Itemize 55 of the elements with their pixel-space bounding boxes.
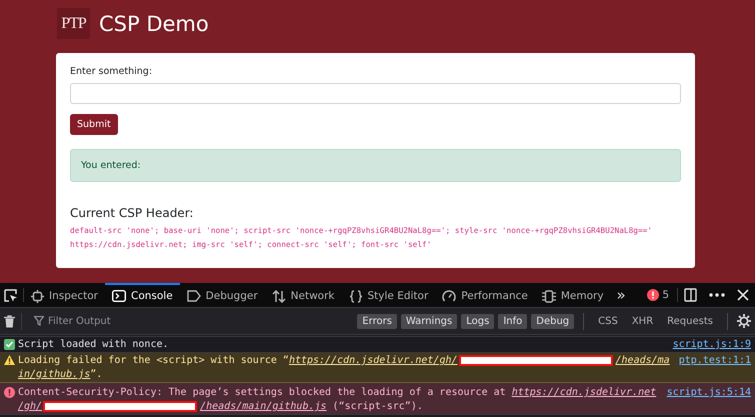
url-link[interactable]: https://cdn.jsdelivr.net	[512, 386, 656, 400]
input-field[interactable]	[70, 83, 681, 104]
gauge-icon	[442, 290, 456, 302]
level-filter-button[interactable]: Debug	[531, 314, 574, 328]
url-link[interactable]: in/github.js	[18, 368, 90, 382]
field-label: Enter something:	[70, 66, 154, 77]
inspector-icon	[31, 290, 44, 302]
check-icon	[4, 339, 15, 350]
message-text: Script loaded with nonce.	[18, 338, 169, 352]
more-icon[interactable]	[709, 293, 725, 297]
url-link[interactable]: /heads/ma	[616, 354, 670, 368]
level-filter-button[interactable]: Info	[498, 314, 528, 328]
type-filter-button[interactable]: Requests	[662, 314, 718, 328]
debugger-icon	[186, 290, 201, 302]
type-filter-button[interactable]: XHR	[626, 314, 658, 328]
url-link[interactable]: https://cdn.jsdelivr.net/gh/	[288, 354, 458, 368]
console-icon	[112, 290, 126, 302]
message-text: (“script-src”).	[332, 400, 423, 414]
url-link[interactable]: /heads/main/github.js	[200, 400, 327, 414]
url-link[interactable]: /gh/	[18, 400, 42, 414]
level-filter-button[interactable]: Logs	[461, 314, 494, 328]
message-text: ”.	[90, 368, 102, 382]
element-picker-icon[interactable]	[4, 288, 18, 302]
devtools-tab[interactable]: Performance	[435, 283, 535, 307]
devtools-tab[interactable]: Style Editor	[342, 283, 436, 307]
trash-icon[interactable]	[4, 314, 15, 328]
braces-icon	[348, 290, 362, 302]
csp-heading: Current CSP Header:	[70, 206, 194, 220]
error-icon	[647, 289, 660, 301]
close-icon[interactable]	[737, 289, 749, 301]
filter-icon	[34, 316, 44, 326]
submit-button[interactable]: Submit	[70, 114, 118, 135]
devtools-tab[interactable]: Debugger	[180, 283, 265, 307]
level-filter-button[interactable]: Warnings	[400, 314, 458, 328]
devtools-tab[interactable]: Network	[264, 283, 342, 307]
level-filter-button[interactable]: Errors	[357, 314, 397, 328]
settings-icon[interactable]	[737, 314, 751, 328]
devtools-tab[interactable]: Memory	[534, 283, 611, 307]
error-count: 5	[662, 289, 669, 301]
filter-field[interactable]: Filter Output	[48, 316, 354, 326]
devtools-tab[interactable]: Inspector	[24, 283, 105, 307]
result-text: You entered:	[81, 160, 141, 171]
arrows-icon	[272, 290, 286, 302]
dock-icon[interactable]	[684, 288, 697, 302]
source-link[interactable]: script.js:5:14	[658, 386, 751, 413]
logo: PTP	[57, 8, 90, 39]
type-filter-button[interactable]: CSS	[593, 314, 623, 328]
page-title: CSP Demo	[99, 12, 209, 36]
chip-icon	[542, 290, 556, 302]
source-link[interactable]: ptp.test:1:1	[670, 354, 751, 381]
source-link[interactable]: script.js:1:9	[664, 338, 751, 351]
message-text: Content-Security-Policy: The page’s settings blocked the loading of a resource at	[18, 386, 507, 400]
message-text: Loading failed for the <script> with source “	[18, 354, 289, 368]
more-tabs-button[interactable]: »	[610, 283, 632, 307]
error-icon	[4, 387, 15, 398]
